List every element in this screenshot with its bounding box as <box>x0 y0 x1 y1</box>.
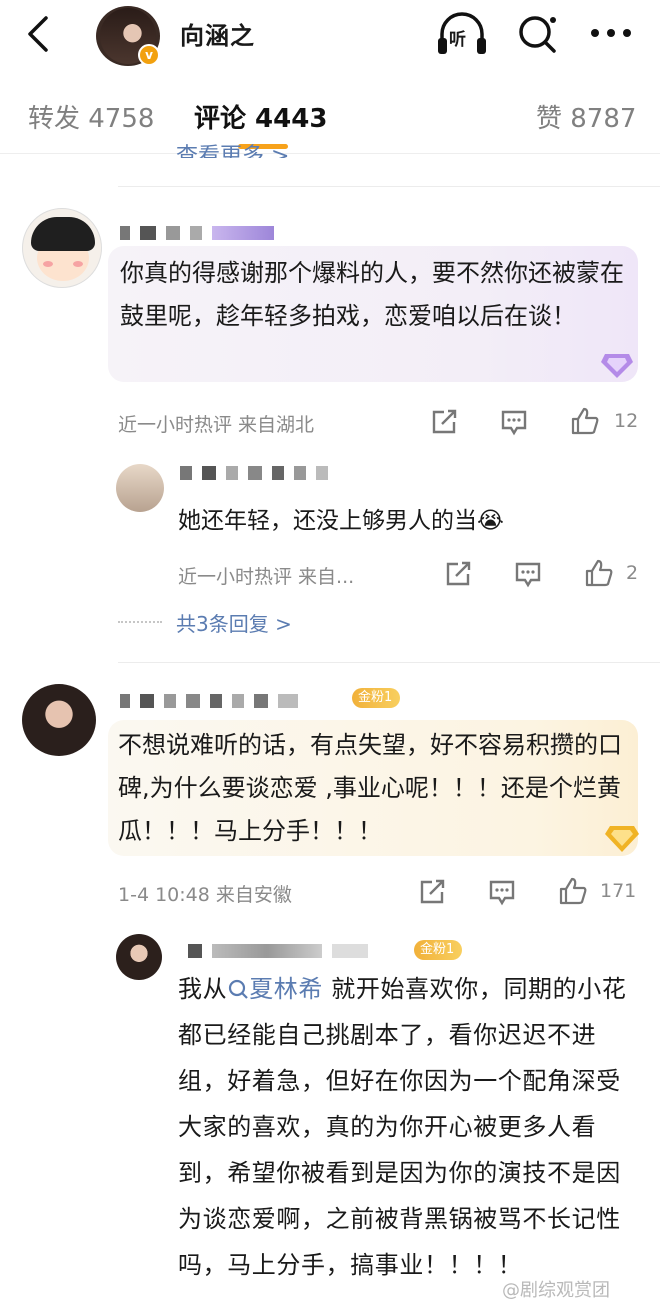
comment-text: 不想说难听的话，有点失望，好不容易积攒的口碑,为什么要谈恋爱 ,事业心呢！！！还… <box>118 731 622 845</box>
like-count: 12 <box>614 410 639 432</box>
tab-reposts[interactable]: 转发 4758 <box>28 98 154 135</box>
search-icon <box>229 979 248 999</box>
replier-name-masked <box>188 944 378 958</box>
like-count: 2 <box>626 562 639 584</box>
reply-meta: 近一小时热评 来自... <box>178 566 355 588</box>
share-icon[interactable] <box>444 560 472 588</box>
comment-text: 你真的得感谢那个爆料的人，要不然你还被蒙在鼓里呢，趁年轻多拍戏，恋爱咱以后在谈！ <box>120 259 624 330</box>
tab-bar: 转发 4758 评论 4443 赞 8787 <box>0 76 660 154</box>
reply-text: 我从 夏林希 就开始喜欢你，同期的小花都已经能自己挑剧本了，看你迟迟不进组，好着急… <box>178 966 640 1288</box>
fan-badge: 金粉1 <box>414 940 463 960</box>
listen-label: 听 <box>449 30 466 50</box>
like-icon[interactable] <box>558 876 588 906</box>
like-icon[interactable] <box>584 558 614 588</box>
commenter-avatar[interactable] <box>22 684 96 756</box>
comment-icon[interactable] <box>500 408 528 436</box>
commenter-avatar[interactable] <box>22 208 102 288</box>
author-name[interactable]: 向涵之 <box>180 16 255 51</box>
divider <box>118 662 660 663</box>
commenter-name-masked <box>120 694 308 708</box>
dotted-line <box>118 621 162 623</box>
back-icon[interactable] <box>22 14 58 54</box>
listen-button[interactable]: 听 <box>436 12 488 56</box>
topic-label: 夏林希 <box>249 975 324 1003</box>
more-icon[interactable] <box>588 24 634 42</box>
gold-gem-icon <box>605 826 639 852</box>
search-icon[interactable] <box>516 14 560 54</box>
commenter-name-masked <box>120 226 284 240</box>
like-icon[interactable] <box>570 406 600 436</box>
top-bar: v 向涵之 听 <box>0 0 660 72</box>
see-more-link[interactable]: 查看更多 > <box>176 138 289 158</box>
comment-icon[interactable] <box>488 878 516 906</box>
reply-text-end: 就开始喜欢你，同期的小花都已经能自己挑剧本了，看你迟迟不进组，好着急，但好在你因… <box>178 975 627 1279</box>
fan-badge: 金粉1 <box>352 688 401 708</box>
comment-meta: 近一小时热评 来自湖北 <box>118 414 315 436</box>
topic-link[interactable]: 夏林希 <box>227 975 323 1003</box>
view-replies-link[interactable]: 共3条回复 > <box>176 608 292 637</box>
like-count: 171 <box>600 880 637 902</box>
reply-avatar[interactable] <box>116 464 164 512</box>
watermark: @剧综观赏团 <box>502 1280 610 1301</box>
tab-likes[interactable]: 赞 8787 <box>536 98 636 135</box>
tab-comments[interactable]: 评论 4443 <box>194 98 327 135</box>
comment-icon[interactable] <box>514 560 542 588</box>
replier-name-masked <box>180 466 338 480</box>
reply-avatar[interactable] <box>116 934 162 980</box>
reply-text-start: 我从 <box>178 975 228 1003</box>
comment-meta: 1-4 10:48 来自安徽 <box>118 884 292 906</box>
diamond-icon <box>601 354 633 378</box>
divider <box>118 186 660 187</box>
share-icon[interactable] <box>418 878 446 906</box>
reply-text: 她还年轻，还没上够男人的当😭 <box>178 508 504 534</box>
verified-badge-icon: v <box>138 44 160 66</box>
share-icon[interactable] <box>430 408 458 436</box>
